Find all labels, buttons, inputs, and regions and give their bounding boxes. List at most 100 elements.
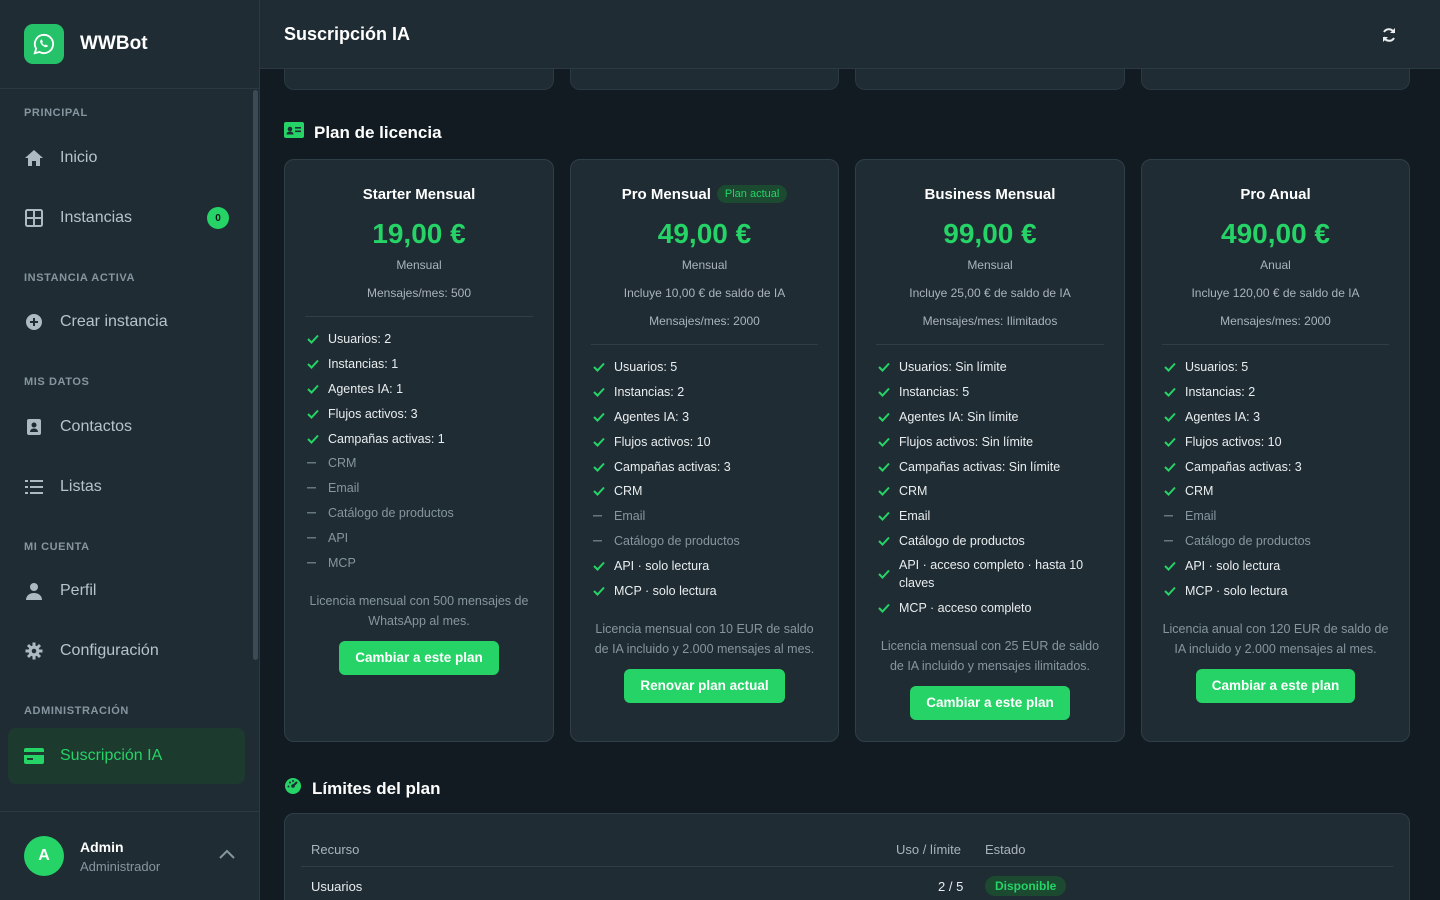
check-icon xyxy=(593,586,607,596)
card-stub xyxy=(855,69,1125,90)
plan-period: Anual xyxy=(1260,258,1291,272)
main-content: Plan de licencia Starter Mensual 19,00 € M… xyxy=(260,69,1440,900)
check-icon xyxy=(1164,362,1178,373)
gauge-icon xyxy=(284,777,302,800)
feature-label: CRM xyxy=(328,456,357,471)
check-icon xyxy=(593,412,607,422)
sidebar-item-label: Suscripción IA xyxy=(60,747,163,764)
user-role: Administrador xyxy=(80,858,161,874)
sidebar-item-crear-instancia[interactable]: Crear instancia xyxy=(8,294,245,350)
feature-list: Usuarios: 5 Instancias: 2 Agentes IA: 3 Flu… xyxy=(593,355,818,603)
change-plan-button[interactable]: Cambiar a este plan xyxy=(910,686,1070,721)
feature-label: API xyxy=(328,530,349,545)
sidebar-item-contactos[interactable]: Contactos xyxy=(8,399,245,455)
check-icon xyxy=(1164,462,1178,472)
section-mi-cuenta: MI CUENTA xyxy=(24,541,90,553)
check-icon xyxy=(307,334,321,345)
feature-item: Campañas activas: 3 xyxy=(1164,454,1389,479)
feature-item: Instancias: 2 xyxy=(1164,380,1389,405)
feature-item: MCP · solo lectura xyxy=(1164,578,1389,603)
dash-icon xyxy=(593,539,607,543)
check-icon xyxy=(878,462,892,472)
divider xyxy=(876,344,1104,345)
table-cell-usage: 2 / 5 xyxy=(938,879,964,894)
sidebar-item-configuracion[interactable]: Configuración xyxy=(8,623,245,679)
user-menu[interactable]: A Admin Administrador xyxy=(0,811,259,900)
dash-icon xyxy=(1164,514,1178,518)
change-plan-button[interactable]: Cambiar a este plan xyxy=(1195,668,1356,703)
sidebar-item-label: Listas xyxy=(60,478,102,495)
feature-label: CRM xyxy=(614,484,643,499)
sidebar-item-instancias[interactable]: Instancias 0 xyxy=(8,190,245,246)
plan-card: Pro Mensual Plan actual 49,00 € Mensual Incl… xyxy=(570,159,839,742)
feature-item: Agentes IA: Sin límite xyxy=(878,405,1104,430)
grid-icon xyxy=(24,208,44,228)
plan-price: 99,00 € xyxy=(943,218,1037,249)
feature-item: Flujos activos: 10 xyxy=(1164,429,1389,454)
plan-header: Business Mensual xyxy=(856,184,1124,204)
plan-meta: Mensajes/mes: Ilimitados xyxy=(922,314,1058,328)
check-icon xyxy=(307,384,321,394)
check-icon xyxy=(878,603,892,613)
dash-icon xyxy=(307,536,321,540)
refresh-icon[interactable] xyxy=(1378,24,1400,46)
feature-label: MCP xyxy=(328,555,356,570)
section-title: Límites del plan xyxy=(312,778,441,798)
gear-icon xyxy=(24,641,44,661)
sidebar-scrollbar[interactable] xyxy=(253,90,258,660)
plan-meta: Mensajes/mes: 500 xyxy=(366,286,472,300)
status-badge: Disponible xyxy=(985,876,1067,896)
section-title: Plan de licencia xyxy=(314,122,442,142)
sidebar: WWBot PRINCIPAL Inicio Instancias 0 INST… xyxy=(0,0,260,900)
dash-icon xyxy=(1164,539,1178,543)
check-icon xyxy=(1164,387,1178,398)
chevron-up-icon[interactable] xyxy=(219,846,235,864)
top-header: Suscripción IA xyxy=(260,0,1440,69)
plan-price: 19,00 € xyxy=(372,218,466,249)
feature-item: Agentes IA: 3 xyxy=(593,405,818,430)
dash-icon xyxy=(307,511,321,515)
renew-plan-button[interactable]: Renovar plan actual xyxy=(624,668,785,703)
feature-label: API · acceso completo · hasta 10 claves xyxy=(899,558,1084,591)
plan-header: Pro Mensual Plan actual xyxy=(571,184,838,204)
feature-label: API · solo lectura xyxy=(1185,558,1281,573)
instancias-count-badge: 0 xyxy=(207,207,229,229)
feature-item: API · solo lectura xyxy=(593,553,818,578)
home-icon xyxy=(24,148,44,168)
brand[interactable]: WWBot xyxy=(0,0,259,89)
feature-item: CRM xyxy=(878,479,1104,504)
feature-label: Email xyxy=(899,509,931,524)
sidebar-item-label: Contactos xyxy=(60,418,133,435)
plan-period: Mensual xyxy=(396,258,442,272)
plan-description: Licencia mensual con 500 mensajes de Wha… xyxy=(309,593,529,628)
plan-card: Pro Anual 490,00 € Anual Incluye 120,00 € d… xyxy=(1141,159,1410,742)
feature-item: Instancias: 5 xyxy=(878,380,1104,405)
sidebar-item-inicio[interactable]: Inicio xyxy=(8,130,245,186)
feature-item: Email xyxy=(593,504,818,529)
feature-label: Email xyxy=(1185,509,1217,524)
sidebar-item-perfil[interactable]: Perfil xyxy=(8,563,245,619)
sidebar-item-suscripcion-ia[interactable]: Suscripción IA xyxy=(8,728,245,784)
feature-label: Usuarios: 5 xyxy=(614,360,678,375)
check-icon xyxy=(1164,486,1178,497)
divider xyxy=(591,344,818,345)
dash-icon xyxy=(307,486,321,490)
feature-item: Agentes IA: 1 xyxy=(307,377,533,402)
feature-item: Flujos activos: 10 xyxy=(593,429,818,454)
change-plan-button[interactable]: Cambiar a este plan xyxy=(339,640,499,675)
user-icon xyxy=(24,581,44,601)
feature-label: Flujos activos: 3 xyxy=(328,406,418,421)
feature-item: Usuarios: 2 xyxy=(307,327,533,352)
feature-label: Email xyxy=(614,509,646,524)
section-instancia-activa: INSTANCIA ACTIVA xyxy=(24,272,136,284)
plan-price: 49,00 € xyxy=(657,218,752,249)
sidebar-item-listas[interactable]: Listas xyxy=(8,459,245,515)
check-icon xyxy=(307,359,321,370)
limits-table: Recurso Uso / límite Estado Usuarios 2 /… xyxy=(284,813,1410,900)
feature-label: Instancias: 2 xyxy=(1185,385,1256,400)
check-icon xyxy=(878,412,892,422)
column-header-estado: Estado xyxy=(985,842,1026,857)
check-icon xyxy=(1164,586,1178,596)
whatsapp-logo-icon xyxy=(24,24,64,64)
check-icon xyxy=(593,486,607,497)
